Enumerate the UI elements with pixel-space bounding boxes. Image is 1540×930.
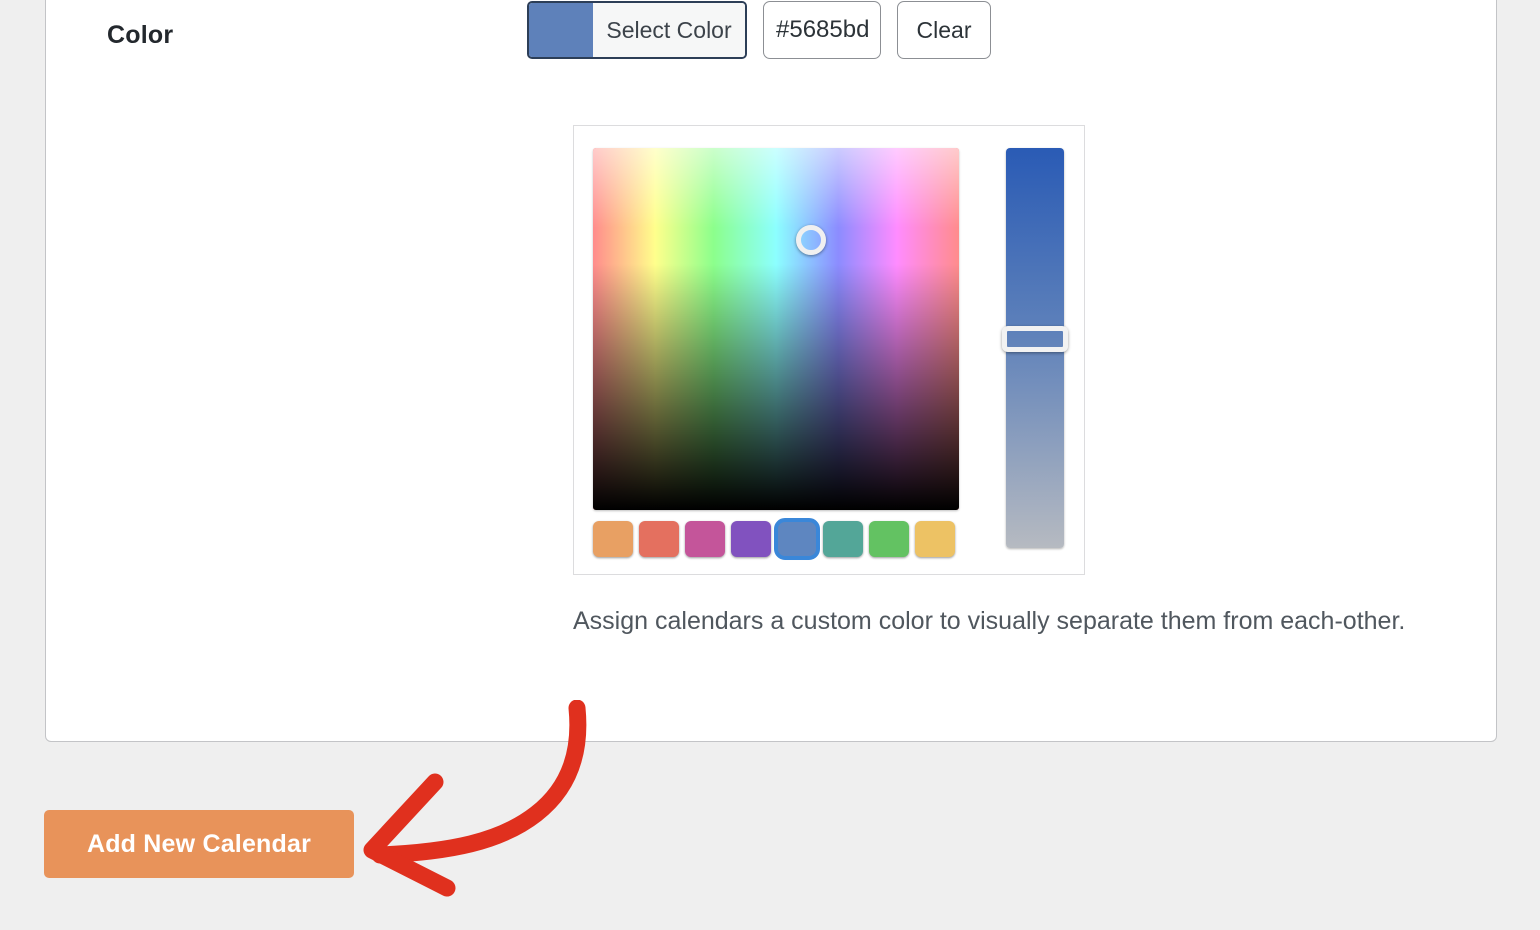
palette-swatch-purple[interactable] [731, 521, 771, 557]
palette-swatch-gold[interactable] [915, 521, 955, 557]
field-description: Assign calendars a custom color to visua… [573, 607, 1406, 635]
value-slider[interactable] [1002, 148, 1068, 548]
palette-swatch-salmon[interactable] [639, 521, 679, 557]
color-field-row: Color Select Color Clear [46, 1, 1496, 701]
palette-swatch-green[interactable] [869, 521, 909, 557]
select-color-button[interactable]: Select Color [527, 1, 747, 59]
palette-swatch-teal[interactable] [823, 521, 863, 557]
palette-swatch-blue[interactable] [774, 518, 820, 560]
color-control: Select Color Clear Assign [527, 1, 1457, 635]
palette-swatch-row [593, 518, 959, 560]
color-picker-panel [573, 125, 1085, 575]
value-slider-handle[interactable] [1002, 326, 1068, 352]
select-color-label: Select Color [593, 3, 745, 57]
clear-color-button[interactable]: Clear [897, 1, 991, 59]
black-overlay-layer [593, 148, 959, 510]
settings-card: Color Select Color Clear [45, 0, 1497, 742]
saturation-value-area[interactable] [593, 148, 959, 510]
add-new-calendar-button[interactable]: Add New Calendar [44, 810, 354, 878]
color-button-row: Select Color Clear [527, 1, 1457, 59]
palette-swatch-orange[interactable] [593, 521, 633, 557]
current-color-swatch [529, 3, 593, 57]
saturation-handle[interactable] [796, 225, 826, 255]
palette-swatch-magenta[interactable] [685, 521, 725, 557]
hex-color-input[interactable] [763, 1, 881, 59]
page-title: Color [107, 21, 174, 49]
